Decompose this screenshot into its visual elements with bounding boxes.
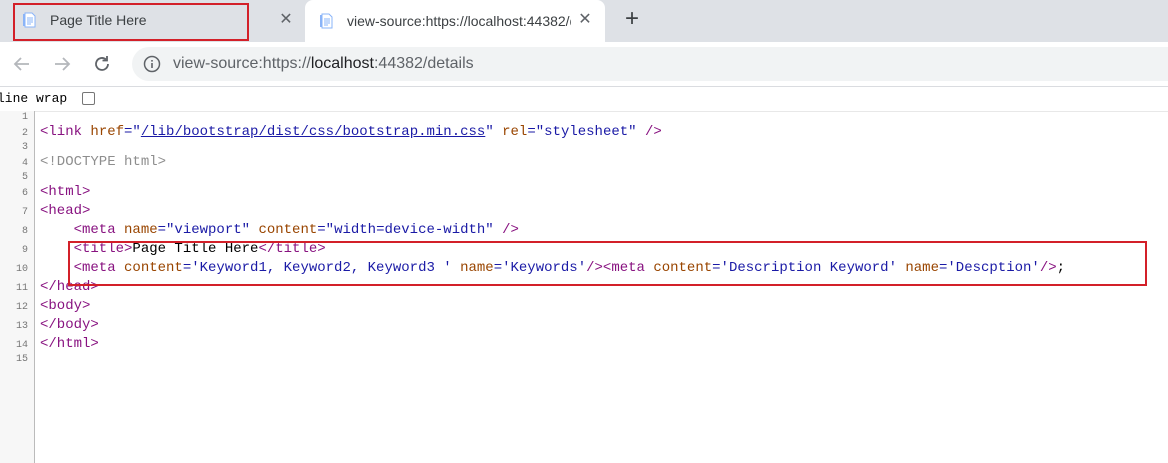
source-line: 13 </body> (15, 317, 99, 333)
line-wrap-label: line wrap (0, 91, 68, 106)
source-line: 4 <!DOCTYPE html> (21, 154, 167, 170)
tab-title: view-source:https://localhost:44382/deta… (347, 13, 571, 29)
source-line: 2 <link href="/lib/bootstrap/dist/css/boo… (21, 124, 662, 140)
line-wrap-checkbox[interactable] (82, 92, 95, 105)
page-document-icon (319, 13, 335, 29)
forward-button[interactable] (48, 50, 76, 78)
source-line: 5 (21, 172, 28, 183)
source-code: 1 2 <link href="/lib/bootstrap/dist/css/b… (0, 112, 1168, 365)
close-tab-icon[interactable]: ✕ (276, 10, 296, 30)
address-bar[interactable]: view-source:https://localhost:44382/deta… (132, 47, 1168, 81)
stylesheet-link[interactable]: /lib/bootstrap/dist/css/bootstrap.min.cs… (141, 124, 485, 140)
source-line: 8 <meta name="viewport" content="width=d… (21, 222, 519, 238)
reload-button[interactable] (88, 50, 116, 78)
source-line: 15 (15, 354, 28, 365)
info-icon[interactable] (143, 55, 161, 73)
close-tab-icon[interactable]: ✕ (575, 10, 595, 30)
arrow-left-icon (13, 57, 29, 71)
new-tab-button[interactable]: + (618, 6, 646, 34)
source-line: 12 <body> (15, 298, 91, 314)
annotation-highlight-box (68, 241, 1147, 286)
source-line: 7 <head> (21, 203, 91, 219)
annotation-highlight-box (13, 3, 249, 41)
line-wrap-bar: line wrap (0, 87, 1168, 112)
url-text: view-source:https://localhost:44382/deta… (173, 55, 474, 72)
tab-strip: Page Title Here ✕ view-source:https://lo… (0, 0, 1168, 42)
arrow-right-icon (55, 57, 71, 71)
source-line: 1 (21, 112, 28, 123)
tab-view-source[interactable]: view-source:https://localhost:44382/deta… (305, 0, 605, 42)
source-line: 6 <html> (21, 184, 91, 200)
source-line: 14 </html> (15, 336, 99, 352)
source-line: 3 (21, 142, 28, 153)
browser-toolbar: view-source:https://localhost:44382/deta… (0, 42, 1168, 87)
reload-icon (95, 56, 109, 71)
back-button[interactable] (8, 50, 36, 78)
